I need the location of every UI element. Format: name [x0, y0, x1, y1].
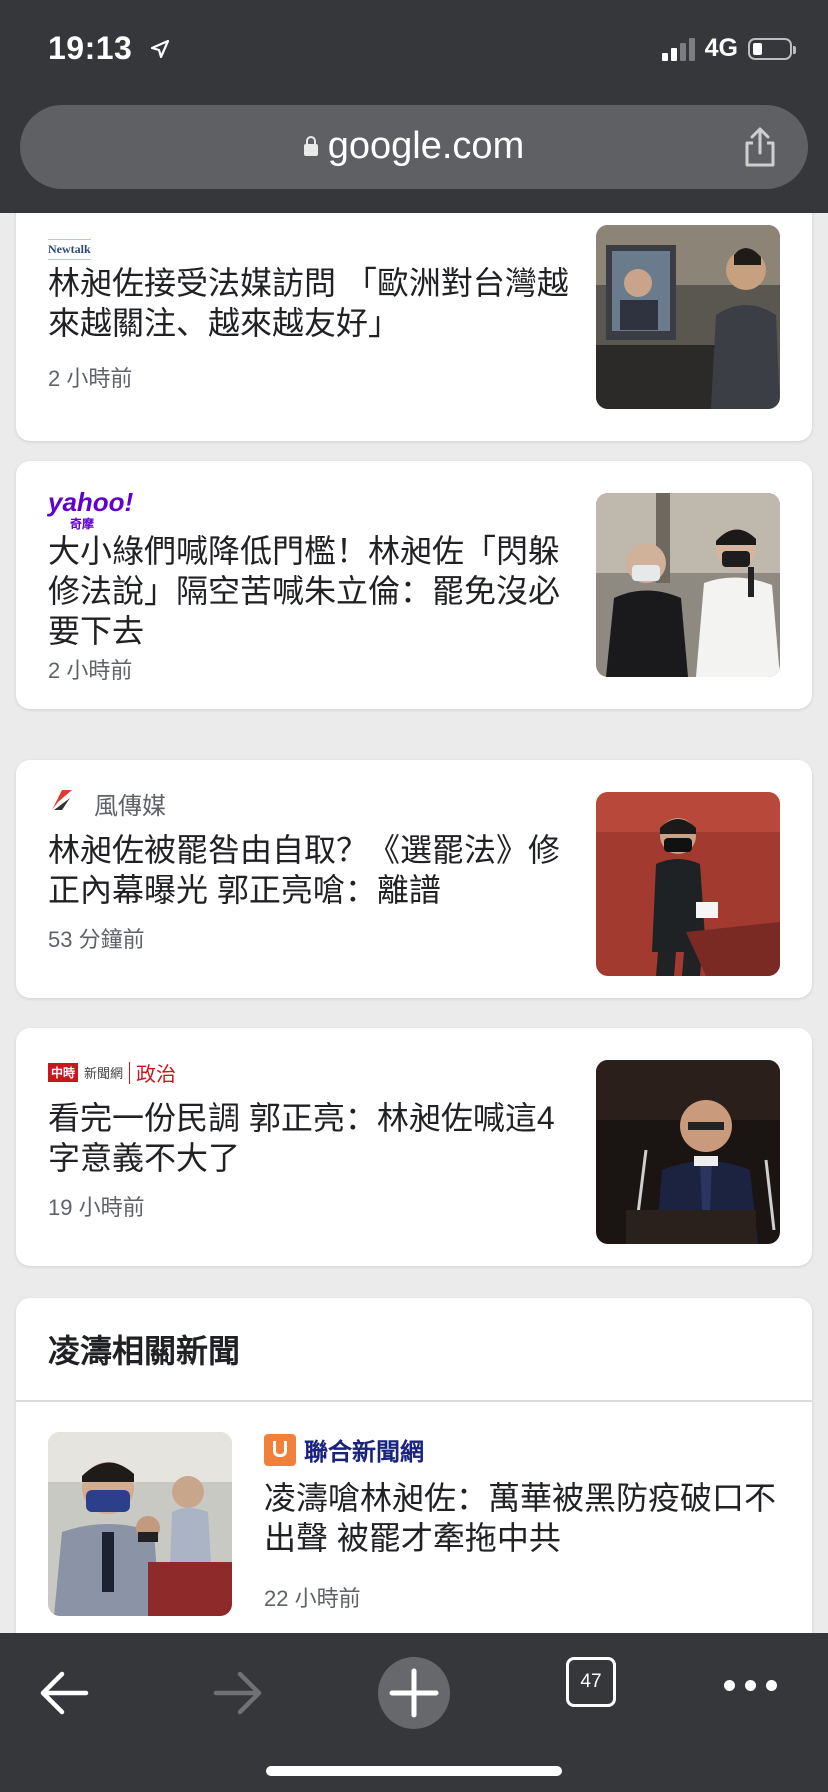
source-logo: 聯合新聞網 — [264, 1432, 424, 1467]
source-logo: 風傳媒 — [48, 786, 166, 821]
article-headline[interactable]: 看完一份民調 郭正亮：林昶佐喊這4字意義不大了 — [48, 1098, 580, 1178]
storm-media-icon — [48, 786, 76, 821]
url-text: google.com — [327, 125, 525, 167]
news-card[interactable]: 中時 新聞網 政治 看完一份民調 郭正亮：林昶佐喊這4字意義不大了 19 小時前 — [16, 1028, 812, 1266]
browser-top-bar: 19:13 4G google.com — [0, 0, 828, 213]
article-thumbnail[interactable] — [596, 493, 780, 677]
source-logo: yahoo! 奇摩 — [48, 487, 134, 535]
address-bar[interactable]: google.com — [20, 105, 808, 189]
article-time: 2 小時前 — [48, 658, 133, 683]
divider — [16, 1400, 812, 1402]
battery-icon — [748, 37, 796, 60]
location-arrow-icon — [150, 30, 170, 67]
tab-switcher-button[interactable]: 47 — [566, 1657, 616, 1707]
newtalk-logo: Newtalk — [48, 239, 91, 260]
article-thumbnail[interactable] — [596, 225, 780, 409]
article-headline[interactable]: 凌濤嗆林昶佐：萬華被黑防疫破口不出聲 被罷才牽拖中共 — [264, 1478, 784, 1558]
related-news-section: 凌濤相關新聞 聯合新聞網 凌濤嗆林昶佐：萬華被黑防疫破口不出聲 被罷才牽拖中共 … — [16, 1298, 812, 1633]
status-indicators: 4G — [661, 34, 796, 63]
forward-arrow-icon[interactable] — [212, 1663, 264, 1728]
lock-icon — [303, 136, 318, 156]
source-name: 風傳媒 — [94, 793, 166, 820]
article-headline[interactable]: 大小綠們喊降低門檻！林昶佐「閃躲修法說」隔空苦喊朱立倫：罷免沒必要下去 — [48, 531, 580, 651]
article-headline[interactable]: 林昶佐接受法媒訪問 「歐洲對台灣越來越關注、越來越友好」 — [48, 263, 580, 343]
article-thumbnail[interactable] — [596, 1060, 780, 1244]
news-card[interactable]: 風傳媒 林昶佐被罷咎由自取？《選罷法》修正內幕曝光 郭正亮嗆：離譜 53 分鐘前 — [16, 760, 812, 998]
back-arrow-icon[interactable] — [38, 1663, 90, 1728]
new-tab-button[interactable] — [378, 1657, 450, 1729]
share-icon[interactable] — [740, 125, 780, 169]
cellular-signal-icon — [661, 37, 695, 61]
section-title: 凌濤相關新聞 — [48, 1333, 241, 1369]
network-type: 4G — [704, 34, 738, 62]
source-logo: Newtalk — [48, 239, 91, 260]
article-time: 22 小時前 — [264, 1586, 361, 1611]
article-time: 2 小時前 — [48, 366, 133, 391]
article-time: 19 小時前 — [48, 1195, 145, 1220]
article-time: 53 分鐘前 — [48, 927, 145, 952]
source-name: 聯合新聞網 — [304, 1439, 424, 1466]
plus-icon — [389, 1668, 439, 1718]
status-time: 19:13 — [48, 30, 170, 67]
source-logo: 中時 新聞網 政治 — [48, 1058, 176, 1087]
article-headline[interactable]: 林昶佐被罷咎由自取？《選罷法》修正內幕曝光 郭正亮嗆：離譜 — [48, 830, 580, 910]
udn-icon — [264, 1433, 296, 1466]
search-results: Newtalk 林昶佐接受法媒訪問 「歐洲對台灣越來越關注、越來越友好」 2 小… — [0, 213, 828, 1633]
news-card[interactable]: Newtalk 林昶佐接受法媒訪問 「歐洲對台灣越來越關注、越來越友好」 2 小… — [16, 213, 812, 441]
more-options-icon[interactable] — [724, 1680, 777, 1691]
browser-toolbar: 47 — [0, 1633, 828, 1792]
yahoo-logo: yahoo! 奇摩 — [48, 487, 134, 531]
chinatimes-logo: 中時 新聞網 政治 — [48, 1058, 176, 1087]
home-indicator — [266, 1766, 562, 1776]
news-card[interactable]: yahoo! 奇摩 大小綠們喊降低門檻！林昶佐「閃躲修法說」隔空苦喊朱立倫：罷免沒… — [16, 461, 812, 709]
article-thumbnail[interactable] — [596, 792, 780, 976]
article-thumbnail[interactable] — [48, 1432, 232, 1616]
